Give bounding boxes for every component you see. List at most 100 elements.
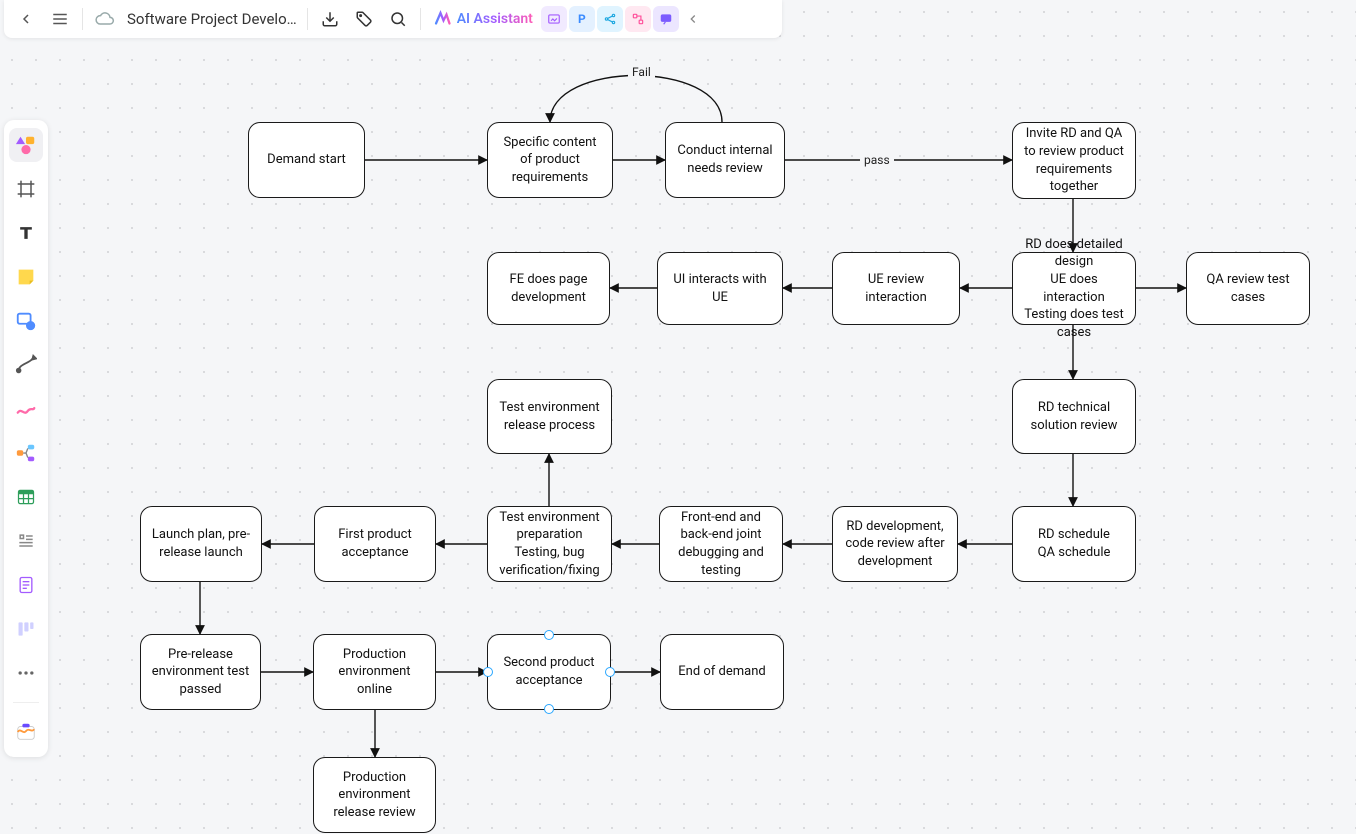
download-icon (321, 10, 339, 28)
shapes-icon (15, 134, 37, 156)
curve-icon (15, 354, 37, 376)
tool-frame[interactable] (9, 172, 43, 206)
tool-text[interactable] (9, 216, 43, 250)
edge-label-fail: Fail (628, 65, 655, 79)
node-schedule[interactable]: RD schedule QA schedule (1012, 506, 1136, 582)
ai-logo-icon (433, 10, 451, 28)
node-prod-online[interactable]: Production environment online (313, 634, 436, 710)
node-parallel-design[interactable]: RD does detailed design UE does interact… (1012, 252, 1136, 325)
node-first-acceptance[interactable]: First product acceptance (314, 506, 436, 582)
edge-label-pass: pass (860, 153, 894, 167)
node-qa-review-cases[interactable]: QA review test cases (1186, 252, 1310, 325)
node-rd-dev[interactable]: RD development, code review after develo… (832, 506, 958, 582)
node-label: First product acceptance (325, 526, 425, 561)
tag-button[interactable] (348, 3, 380, 35)
resize-handle-left[interactable] (483, 667, 493, 677)
mini-chat-button[interactable] (653, 6, 679, 32)
tool-templates[interactable] (9, 715, 43, 749)
ai-image-button[interactable] (541, 6, 567, 32)
tag-icon (355, 10, 373, 28)
resize-handle-right[interactable] (605, 667, 615, 677)
node-label: Conduct internal needs review (676, 142, 774, 177)
node-label: End of demand (678, 663, 766, 681)
separator (13, 702, 39, 703)
separator (307, 8, 308, 30)
document-title[interactable]: Software Project Develo… (123, 10, 301, 28)
templates-icon (15, 721, 37, 743)
node-label: Demand start (267, 151, 346, 169)
tool-shapes[interactable] (9, 128, 43, 162)
collapse-toolbar-button[interactable] (681, 3, 705, 35)
node-label: Second product acceptance (498, 654, 600, 689)
mini-share-button[interactable] (597, 6, 623, 32)
cloud-sync-button[interactable] (89, 3, 121, 35)
node-test-env-prep[interactable]: Test environment preparation Testing, bu… (487, 506, 612, 582)
letter-p-icon: P (578, 12, 586, 26)
download-button[interactable] (314, 3, 346, 35)
ai-assistant-label: AI Assistant (457, 11, 533, 27)
document-lines-icon (16, 575, 36, 595)
node-label: RD does detailed design UE does interact… (1023, 236, 1125, 341)
hamburger-icon (51, 10, 69, 28)
node-test-env-release[interactable]: Test environment release process (487, 379, 612, 454)
text-icon (16, 223, 36, 243)
node-tech-review[interactable]: RD technical solution review (1012, 379, 1136, 454)
tool-more[interactable] (9, 656, 43, 690)
back-button[interactable] (10, 3, 42, 35)
node-ue-review[interactable]: UE review interaction (832, 252, 960, 325)
tool-table[interactable] (9, 480, 43, 514)
node-prod-release-review[interactable]: Production environment release review (313, 757, 436, 833)
node-requirements-content[interactable]: Specific content of product requirements (487, 122, 613, 198)
text-lines-icon (16, 531, 36, 551)
sticky-note-icon (15, 266, 37, 288)
tool-kanban[interactable] (9, 612, 43, 646)
node-end-demand[interactable]: End of demand (660, 634, 784, 710)
tool-mindmap[interactable] (9, 436, 43, 470)
node-label: UI interacts with UE (668, 271, 772, 306)
resize-handle-bottom[interactable] (544, 704, 554, 714)
tool-pen[interactable] (9, 392, 43, 426)
tool-document[interactable] (9, 568, 43, 602)
node-internal-review[interactable]: Conduct internal needs review (665, 122, 785, 198)
resize-handle-top[interactable] (544, 630, 554, 640)
node-fe-dev[interactable]: FE does page development (487, 252, 610, 325)
tool-text-block[interactable] (9, 524, 43, 558)
mini-flow-button[interactable] (625, 6, 651, 32)
chat-icon (659, 12, 673, 26)
left-toolbar (4, 120, 48, 757)
frame-icon (16, 179, 36, 199)
node-invite-rd-qa[interactable]: Invite RD and QA to review product requi… (1012, 122, 1136, 199)
kanban-icon (16, 619, 36, 639)
node-launch-plan[interactable]: Launch plan, pre-release launch (140, 506, 262, 582)
tool-sticky-note[interactable] (9, 260, 43, 294)
node-joint-debug[interactable]: Front-end and back-end joint debugging a… (659, 506, 783, 582)
node-label: Test environment release process (498, 399, 601, 434)
node-label: QA review test cases (1197, 271, 1299, 306)
ellipsis-icon (16, 663, 36, 683)
node-label: Front-end and back-end joint debugging a… (670, 509, 772, 579)
separator (420, 8, 421, 30)
menu-button[interactable] (44, 3, 76, 35)
node-label: RD development, code review after develo… (843, 518, 947, 571)
ai-assistant-button[interactable]: AI Assistant (427, 10, 539, 28)
node-prerelease-test[interactable]: Pre-release environment test passed (140, 634, 261, 710)
mini-p-button[interactable]: P (569, 6, 595, 32)
node-label: Launch plan, pre-release launch (151, 526, 251, 561)
node-label: Production environment release review (324, 769, 425, 822)
share-nodes-icon (603, 12, 617, 26)
top-toolbar: Software Project Develo… AI Assistant P (4, 0, 782, 38)
node-label: UE review interaction (843, 271, 949, 306)
tool-connector[interactable] (9, 348, 43, 382)
node-label: Invite RD and QA to review product requi… (1023, 125, 1125, 195)
node-label: Specific content of product requirements (498, 134, 602, 187)
node-demand-start[interactable]: Demand start (248, 122, 365, 198)
search-button[interactable] (382, 3, 414, 35)
pen-squiggle-icon (15, 398, 37, 420)
chevron-left-icon (686, 12, 700, 26)
table-icon (16, 487, 36, 507)
rect-circle-icon (15, 310, 37, 332)
tool-shape-rect[interactable] (9, 304, 43, 338)
node-second-acceptance[interactable]: Second product acceptance (487, 634, 611, 710)
separator (82, 8, 83, 30)
node-ui-ue[interactable]: UI interacts with UE (657, 252, 783, 325)
